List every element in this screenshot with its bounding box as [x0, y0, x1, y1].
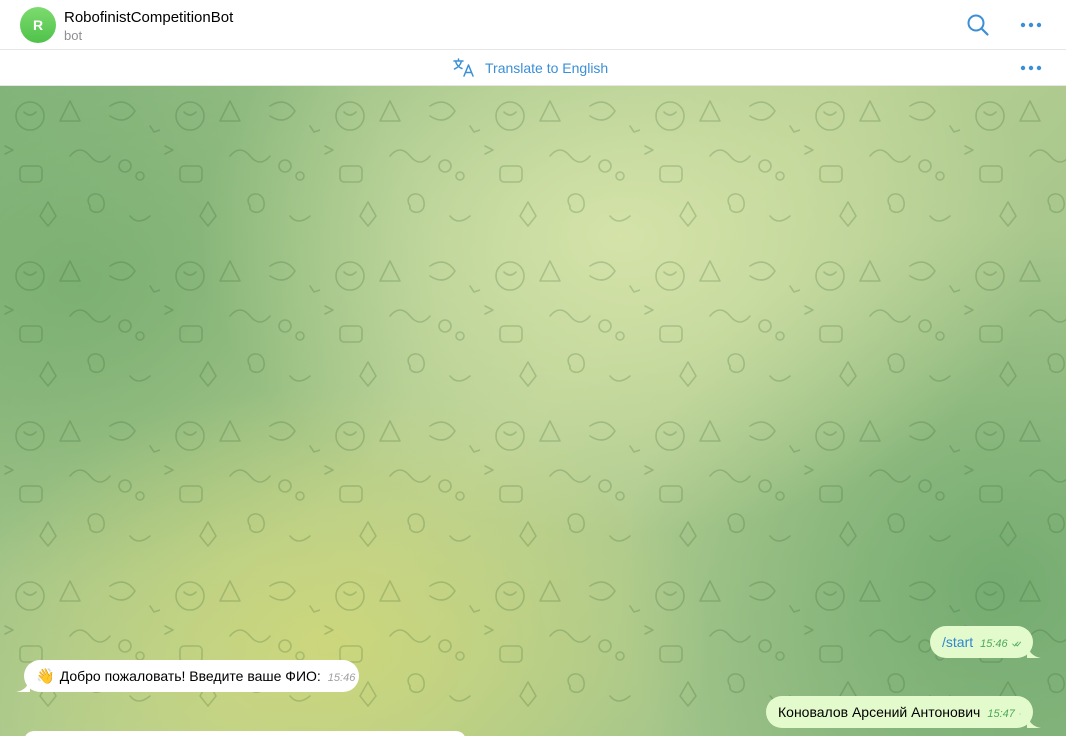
- more-horizontal-icon: [1020, 22, 1042, 28]
- bubble-tail: [1027, 714, 1041, 728]
- message-outgoing[interactable]: /start 15:46: [930, 626, 1041, 658]
- message-text[interactable]: Добро пожаловать! Введите ваше ФИО:: [60, 668, 321, 684]
- double-check-icon: [1018, 712, 1021, 715]
- search-button[interactable]: [964, 11, 992, 39]
- translate-icon: [453, 58, 474, 77]
- wave-emoji: 👋: [36, 668, 55, 685]
- translate-bar: Translate to English: [0, 50, 1066, 86]
- translate-label: Translate to English: [485, 60, 609, 76]
- message-outgoing[interactable]: Коновалов Арсений Антонович 15:47: [766, 696, 1041, 728]
- message-incoming[interactable]: 👋 Добро пожаловать! Введите ваше ФИО: 15…: [16, 660, 359, 692]
- message-incoming-partial[interactable]: [24, 731, 466, 736]
- chat-area[interactable]: /start 15:46 👋 Добро пожаловать! Введите…: [0, 86, 1066, 736]
- message-text[interactable]: /start: [942, 634, 973, 650]
- message-time: 15:46: [980, 637, 1008, 650]
- translate-button[interactable]: Translate to English: [453, 58, 608, 78]
- wallpaper-pattern: [0, 86, 1066, 736]
- chat-subtitle: bot: [64, 28, 83, 43]
- message-time: 15:47: [987, 707, 1015, 720]
- bubble-tail: [16, 678, 30, 692]
- avatar[interactable]: R: [20, 7, 56, 43]
- more-options-button[interactable]: [1017, 11, 1045, 39]
- more-horizontal-icon: [1020, 65, 1042, 71]
- translate-options-button[interactable]: [1017, 54, 1045, 82]
- chat-header: R RobofinistCompetitionBot bot: [0, 0, 1066, 50]
- chat-title[interactable]: RobofinistCompetitionBot: [64, 9, 233, 26]
- search-icon: [967, 14, 989, 36]
- double-check-icon: [1011, 641, 1021, 647]
- message-text[interactable]: Коновалов Арсений Антонович: [778, 704, 980, 720]
- message-time: 15:46: [327, 671, 356, 684]
- bubble-tail: [1027, 644, 1041, 658]
